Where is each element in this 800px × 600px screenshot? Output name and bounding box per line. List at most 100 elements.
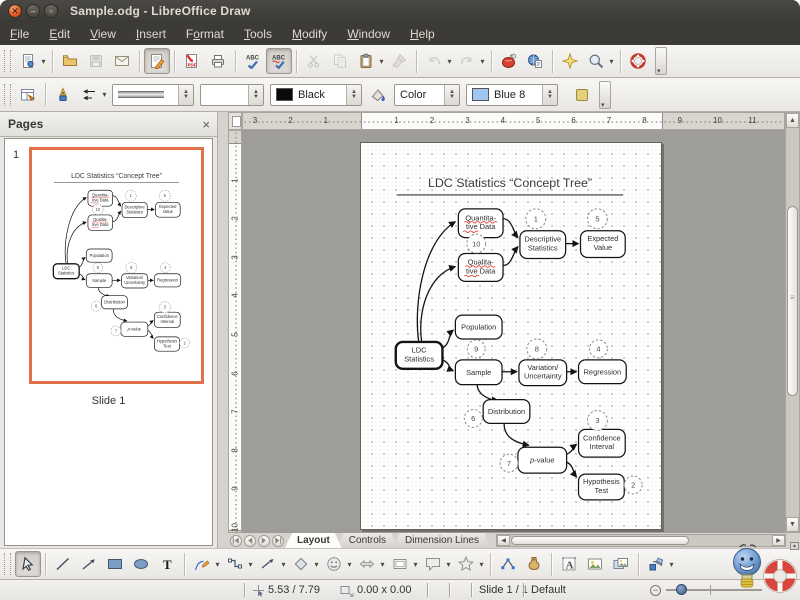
next-page-button[interactable]: [258, 535, 270, 547]
numbered-circle-2[interactable]: 2: [624, 476, 642, 494]
export-pdf-button[interactable]: PDF: [179, 48, 205, 74]
zoom-slider-handle[interactable]: [676, 584, 687, 595]
last-page-button[interactable]: [272, 535, 284, 547]
zoom-dropdown-icon[interactable]: ▾: [607, 57, 616, 66]
insert-picture-button[interactable]: [582, 551, 608, 577]
line-ends-with-arrow-button[interactable]: [76, 551, 102, 577]
line-button[interactable]: [50, 551, 76, 577]
menu-edit[interactable]: Edit: [39, 23, 80, 45]
edit-file-button[interactable]: [144, 48, 170, 74]
diagram-title[interactable]: LDC Statistics “Concept Tree”: [428, 176, 592, 190]
paste-button[interactable]: [353, 48, 379, 74]
tab-dimension-lines[interactable]: Dimension Lines: [393, 533, 491, 548]
lines-and-arrows-button[interactable]: [255, 551, 281, 577]
lines-and-arrows-dropdown-icon[interactable]: ▾: [279, 560, 288, 569]
print-button[interactable]: [205, 48, 231, 74]
slide-thumbnail[interactable]: LDC Statistics “Concept Tree” Quantita-ti…: [29, 147, 204, 384]
fontwork-button[interactable]: A: [556, 551, 582, 577]
flowchart-button[interactable]: [387, 551, 413, 577]
line-width-combo[interactable]: ▲▼: [200, 84, 264, 106]
toolbar-overflow-button[interactable]: [599, 81, 611, 109]
glue-points-button[interactable]: [521, 551, 547, 577]
node-ldc-statistics[interactable]: LDCStatistics: [396, 342, 443, 369]
node-distribution[interactable]: Distribution: [102, 296, 128, 309]
numbered-circle-4[interactable]: 4: [160, 263, 170, 273]
node-distribution[interactable]: Distribution: [483, 400, 530, 424]
window-minimize-button[interactable]: –: [26, 4, 40, 18]
numbered-circle-6[interactable]: 6: [91, 301, 101, 311]
node-variation-uncertainty[interactable]: Variation/Uncertainty: [121, 274, 147, 288]
rotate-dropdown-icon[interactable]: ▾: [667, 560, 676, 569]
connector-ldc-to-population[interactable]: [442, 330, 453, 348]
node-expected-value[interactable]: ExpectedValue: [581, 231, 626, 258]
stars-dropdown-icon[interactable]: ▾: [477, 560, 486, 569]
numbered-circle-1[interactable]: 1: [125, 190, 136, 201]
node-hypothesis-test[interactable]: HypothesisTest: [154, 337, 179, 351]
connector-distribution-to-pvalue[interactable]: [504, 423, 529, 445]
new-document-button[interactable]: [15, 48, 41, 74]
node-regression[interactable]: Regression: [154, 274, 180, 287]
line-dialog-button[interactable]: [50, 82, 76, 108]
edit-points-button[interactable]: [495, 551, 521, 577]
shadow-toggle-button[interactable]: [569, 82, 595, 108]
numbered-circle-2[interactable]: 2: [180, 338, 190, 348]
menu-window[interactable]: Window: [337, 23, 400, 45]
connector-quantitative-to-descriptive[interactable]: [503, 219, 518, 238]
menu-view[interactable]: View: [80, 23, 126, 45]
node-hypothesis-test[interactable]: HypothesisTest: [579, 474, 625, 500]
tab-controls[interactable]: Controls: [337, 533, 398, 548]
spin-buttons-icon[interactable]: ▲▼: [542, 85, 557, 105]
select-button[interactable]: [15, 551, 41, 577]
basic-shapes-dropdown-icon[interactable]: ▾: [312, 560, 321, 569]
basic-shapes-button[interactable]: [288, 551, 314, 577]
hyperlink-button[interactable]: [496, 48, 522, 74]
spelling-button[interactable]: ABC: [240, 48, 266, 74]
connector-sample-to-distribution[interactable]: [98, 287, 110, 296]
numbered-circle-7[interactable]: 7: [500, 454, 518, 472]
numbered-circle-1[interactable]: 1: [526, 209, 546, 229]
node-quantitative-data[interactable]: Quantita-tive Data: [458, 209, 503, 238]
numbered-circle-7[interactable]: 7: [111, 326, 121, 336]
toolbar-handle[interactable]: [4, 84, 11, 106]
node-quantitative-data[interactable]: Quantita-tive Data: [88, 190, 113, 206]
connector-dropdown-icon[interactable]: ▾: [246, 560, 255, 569]
numbered-circle-8[interactable]: 8: [126, 262, 137, 273]
menu-help[interactable]: Help: [400, 23, 445, 45]
spin-buttons-icon[interactable]: ▲▼: [178, 85, 193, 105]
auto-spellcheck-button[interactable]: ABC: [266, 48, 292, 74]
diagram-title[interactable]: LDC Statistics “Concept Tree”: [71, 173, 162, 180]
connector-pvalue-to-confidence[interactable]: [567, 444, 577, 454]
connector-qualitative-to-descriptive[interactable]: [503, 247, 518, 266]
page-style-label[interactable]: Default: [531, 580, 566, 600]
menu-insert[interactable]: Insert: [126, 23, 176, 45]
node-variation-uncertainty[interactable]: Variation/Uncertainty: [519, 360, 567, 386]
area-dialog-button[interactable]: [365, 82, 391, 108]
help-button[interactable]: [625, 48, 651, 74]
numbered-circle-10[interactable]: 10: [93, 204, 103, 214]
zoom-out-icon[interactable]: −: [650, 580, 661, 600]
connector-qualitative-to-descriptive[interactable]: [113, 211, 121, 221]
vertical-ruler[interactable]: 12345678910: [228, 130, 242, 533]
connector-quantitative-to-descriptive[interactable]: [113, 196, 121, 206]
connector-ldc-to-sample[interactable]: [79, 274, 85, 280]
styles-and-formatting-button[interactable]: [15, 82, 41, 108]
previous-page-button[interactable]: [244, 535, 256, 547]
scroll-left-icon[interactable]: ◀: [497, 535, 510, 546]
window-close-button[interactable]: ✕: [8, 4, 22, 18]
flowchart-dropdown-icon[interactable]: ▾: [411, 560, 420, 569]
symbol-shapes-dropdown-icon[interactable]: ▾: [345, 560, 354, 569]
horizontal-scrollbar-thumb[interactable]: [511, 536, 689, 545]
block-arrows-button[interactable]: [354, 551, 380, 577]
toolbar-handle[interactable]: [4, 553, 11, 575]
line-color-combo[interactable]: Black▲▼: [270, 84, 362, 106]
vertical-scrollbar-thumb[interactable]: [787, 206, 798, 396]
numbered-circle-9[interactable]: 9: [93, 263, 103, 273]
connector-sample-to-distribution[interactable]: [477, 385, 498, 401]
stars-button[interactable]: [453, 551, 479, 577]
callouts-button[interactable]: [420, 551, 446, 577]
open-button[interactable]: [57, 48, 83, 74]
navigator-button[interactable]: [557, 48, 583, 74]
node-qualitative-data[interactable]: Qualita-tive Data: [88, 215, 113, 230]
connector-ldc-to-quantitative[interactable]: [65, 197, 86, 263]
connector-ldc-to-qualitative[interactable]: [67, 222, 86, 263]
